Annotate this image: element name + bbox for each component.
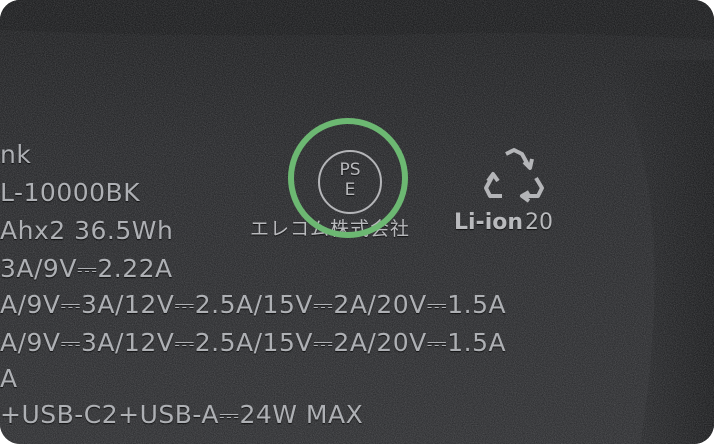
label-line: A (0, 364, 18, 393)
battery-type-text: Li-ion (454, 210, 524, 235)
label-line: +USB-C2+USB-A⎓24W MAX (0, 400, 364, 429)
label-line: 3A/9V⎓2.22A (0, 254, 173, 283)
label-line: A/9V⎓3A/12V⎓2.5A/15V⎓2A/20V⎓1.5A (0, 290, 507, 319)
label-line: Ahx2 36.5Wh (0, 216, 174, 245)
highlight-circle (288, 118, 408, 238)
battery-label-photo: nk L-10000BK Ahx2 36.5Wh 3A/9V⎓2.22A A/9… (0, 0, 714, 444)
label-line: nk (0, 140, 32, 169)
label-line: L-10000BK (0, 178, 141, 207)
label-line: A/9V⎓3A/12V⎓2.5A/15V⎓2A/20V⎓1.5A (0, 328, 507, 357)
battery-type-label: Li-ion20 (454, 210, 553, 235)
recycle-arrows-icon (484, 148, 544, 203)
battery-type-number: 20 (525, 210, 554, 235)
